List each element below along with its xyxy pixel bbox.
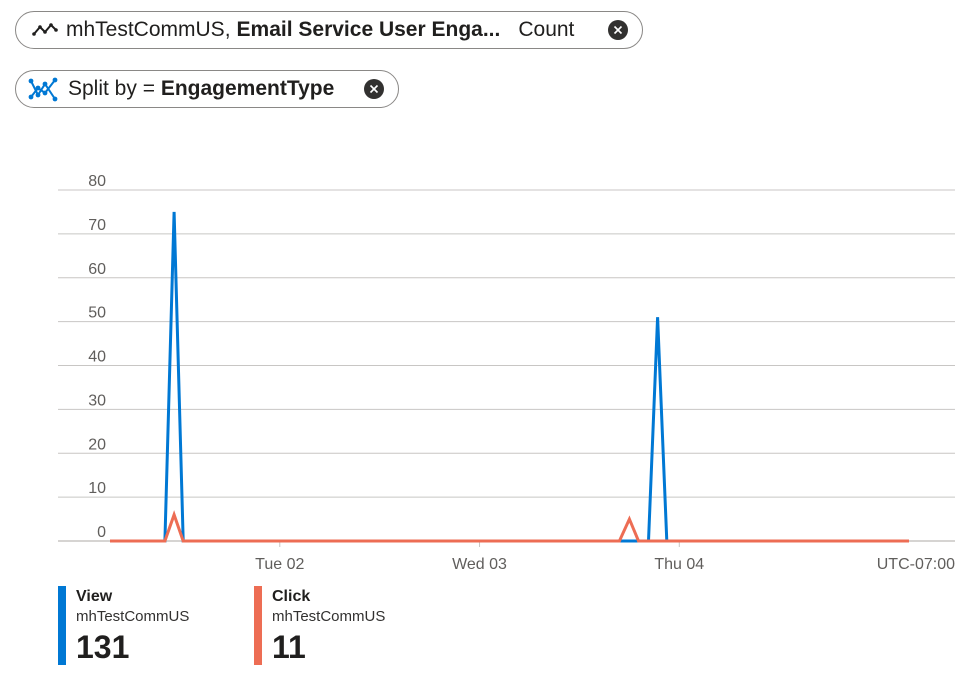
series-line-click: [110, 510, 909, 543]
y-tick-label: 70: [88, 217, 106, 234]
legend-series-total: 11: [272, 629, 306, 665]
legend-series-total: 131: [76, 629, 130, 665]
legend-series-name: View: [76, 588, 113, 605]
grid-lines: [58, 189, 955, 542]
x-tick-label: Tue 02: [255, 556, 304, 573]
timezone-label: UTC-07:00: [877, 556, 955, 573]
legend-series-resource: mhTestCommUS: [272, 608, 386, 625]
legend-color-swatch: [58, 586, 66, 665]
y-tick-label: 0: [97, 524, 106, 541]
y-tick-label: 30: [88, 392, 106, 409]
legend-series-name: Click: [272, 588, 311, 605]
x-tick-label: Thu 04: [654, 556, 704, 573]
y-tick-label: 50: [88, 305, 106, 322]
y-tick-label: 60: [88, 261, 106, 278]
series-line-view: [110, 211, 909, 543]
legend-color-swatch: [254, 586, 262, 665]
x-tick-label: Wed 03: [452, 556, 507, 573]
series-lines: [110, 211, 909, 543]
y-tick-label: 80: [88, 173, 106, 190]
x-axis-ticks: Tue 02 Wed 03 Thu 04: [255, 541, 704, 573]
y-tick-label: 20: [88, 436, 106, 453]
y-tick-label: 40: [88, 349, 106, 366]
line-chart: 80 70 60 50 40 30 20 10 0 Tue 02 Wed 03 Thu 04 UTC…: [58, 173, 955, 573]
y-axis-ticks: 80 70 60 50 40 30 20 10 0: [88, 173, 106, 541]
legend-series-resource: mhTestCommUS: [76, 608, 190, 625]
y-tick-label: 10: [88, 480, 106, 497]
